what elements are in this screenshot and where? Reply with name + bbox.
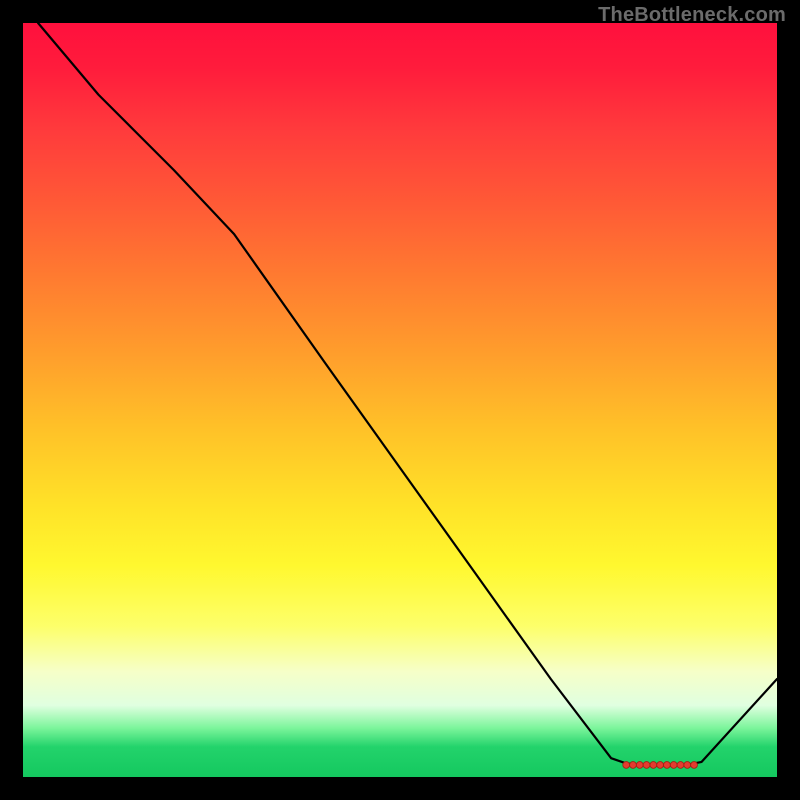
optimal-markers <box>623 762 698 769</box>
marker-dot <box>684 762 691 769</box>
marker-dot <box>643 762 650 769</box>
chart-frame: TheBottleneck.com <box>0 0 800 800</box>
marker-dot <box>664 762 671 769</box>
chart-svg <box>23 23 777 777</box>
marker-dot <box>636 762 643 769</box>
marker-dot <box>670 762 677 769</box>
plot-area <box>23 23 777 777</box>
marker-dot <box>677 762 684 769</box>
marker-dot <box>657 762 664 769</box>
marker-dot <box>630 762 637 769</box>
marker-dot <box>650 762 657 769</box>
marker-dot <box>691 762 698 769</box>
bottleneck-curve <box>38 23 777 766</box>
marker-dot <box>623 762 630 769</box>
